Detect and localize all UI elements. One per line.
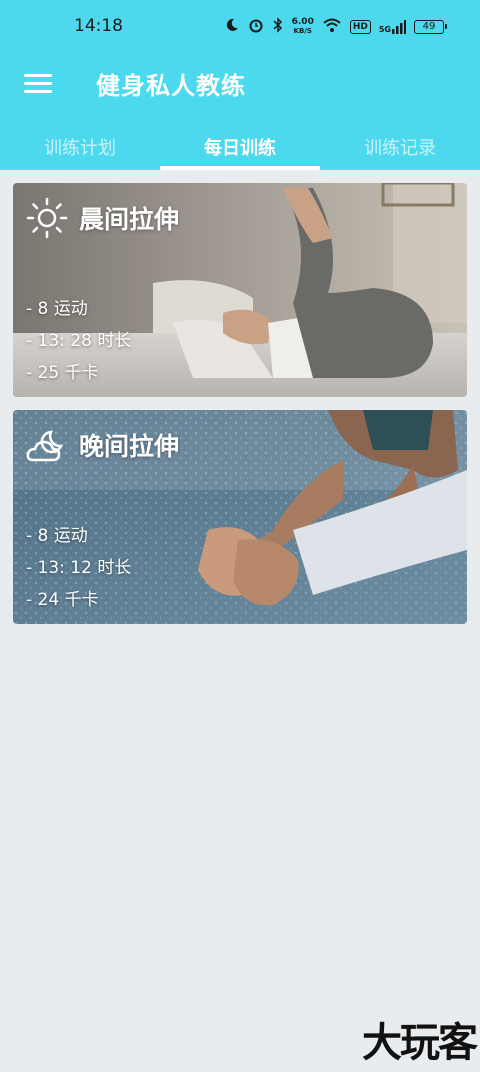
cellular-signal-icon: 5G bbox=[379, 20, 406, 34]
exercise-count: - 8 运动 bbox=[26, 526, 88, 546]
calories: - 25 千卡 bbox=[26, 363, 99, 383]
moon-icon bbox=[224, 17, 240, 37]
card-stats: - 8 运动 - 13: 12 时长 - 24 千卡 bbox=[26, 520, 131, 616]
status-time: 14:18 bbox=[74, 16, 123, 36]
calories: - 24 千卡 bbox=[26, 590, 99, 610]
tab-daily-training[interactable]: 每日训练 bbox=[160, 124, 320, 170]
sun-icon bbox=[26, 197, 68, 239]
app-header: 14:18 6.00 KB/S HD 5G 49 健身私人教练 训练计划 每日训… bbox=[0, 0, 480, 170]
tab-bar: 训练计划 每日训练 训练记录 bbox=[0, 124, 480, 170]
workout-card-evening[interactable]: 晚间拉伸 - 8 运动 - 13: 12 时长 - 24 千卡 bbox=[13, 410, 467, 624]
signal-label: 5G bbox=[378, 25, 391, 34]
net-speed-unit: KB/S bbox=[293, 27, 312, 35]
watermark-logo: 大玩客 bbox=[362, 1020, 478, 1066]
duration: - 13: 12 时长 bbox=[26, 558, 132, 578]
card-title-row: 晨间拉伸 bbox=[25, 197, 179, 239]
tab-training-plan[interactable]: 训练计划 bbox=[0, 124, 160, 170]
bluetooth-icon bbox=[272, 17, 284, 37]
toolbar: 健身私人教练 bbox=[0, 56, 480, 112]
net-speed-value: 6.00 bbox=[291, 17, 314, 27]
workout-card-morning[interactable]: 晨间拉伸 - 8 运动 - 13: 28 时长 - 25 千卡 bbox=[13, 183, 467, 397]
status-bar: 14:18 6.00 KB/S HD 5G 49 bbox=[0, 0, 480, 56]
hamburger-menu-icon[interactable] bbox=[20, 68, 56, 98]
moon-cloud-icon bbox=[26, 430, 63, 462]
card-title-row: 晚间拉伸 bbox=[25, 424, 179, 466]
status-icons: 6.00 KB/S HD 5G 49 bbox=[224, 16, 447, 38]
battery-icon: 49 bbox=[414, 20, 447, 34]
alarm-icon bbox=[248, 17, 264, 37]
page-title: 健身私人教练 bbox=[96, 72, 246, 100]
card-stats: - 8 运动 - 13: 28 时长 - 25 千卡 bbox=[26, 293, 131, 389]
exercise-count: - 8 运动 bbox=[26, 299, 88, 319]
net-speed: 6.00 KB/S bbox=[292, 18, 314, 36]
card-title: 晨间拉伸 bbox=[79, 205, 180, 234]
hd-badge: HD bbox=[349, 20, 371, 34]
wifi-icon bbox=[322, 17, 342, 37]
duration: - 13: 28 时长 bbox=[26, 331, 132, 351]
tab-training-records[interactable]: 训练记录 bbox=[320, 124, 480, 170]
card-title: 晚间拉伸 bbox=[79, 432, 180, 461]
